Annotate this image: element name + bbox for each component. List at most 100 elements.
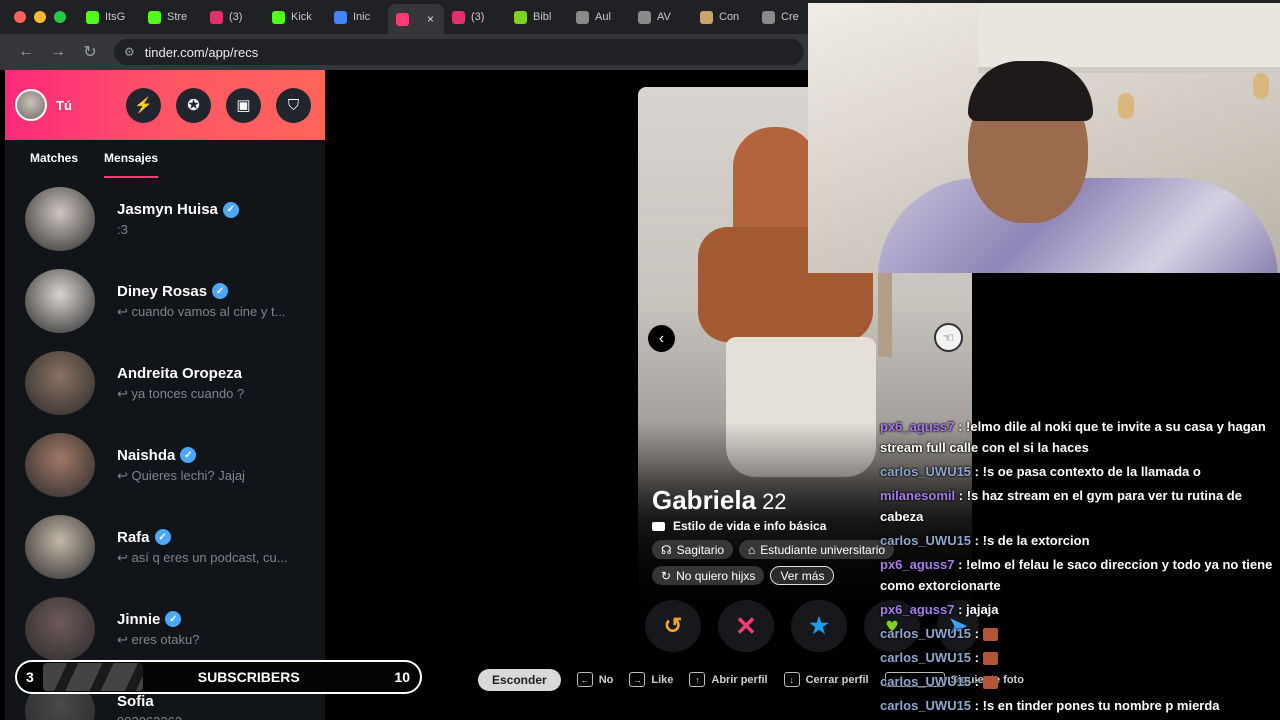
- maximize-window-button[interactable]: [54, 11, 66, 23]
- chat-username[interactable]: milanesomil: [880, 488, 955, 503]
- list-item[interactable]: Rafa ✓ ↩ así q eres un podcast, cu...: [5, 506, 325, 588]
- boost-icon[interactable]: ⚡: [126, 87, 161, 123]
- site-settings-icon[interactable]: ⚙: [124, 45, 135, 59]
- tab-title: ItsG: [105, 11, 126, 23]
- match-name-row: Rafa ✓: [117, 529, 317, 546]
- chat-username[interactable]: px6_aguss7: [880, 557, 954, 572]
- browser-tab[interactable]: Stre: [140, 3, 202, 31]
- browser-tab[interactable]: (3): [444, 3, 506, 31]
- hint-label: No: [598, 673, 614, 686]
- key-icon: ←: [576, 672, 593, 687]
- browser-tab[interactable]: Aul: [568, 3, 630, 31]
- previous-photo-button[interactable]: ‹: [648, 325, 675, 352]
- close-window-button[interactable]: [14, 11, 26, 23]
- chat-username[interactable]: carlos_UWU15: [880, 626, 971, 641]
- message-text: Rafa ✓ ↩ así q eres un podcast, cu...: [117, 529, 317, 566]
- browser-tab[interactable]: Inic: [326, 3, 388, 31]
- list-item[interactable]: Naishda ✓ ↩ Quieres lechi? Jajaj: [5, 424, 325, 506]
- window-controls: [0, 11, 78, 23]
- message-preview: ↩ Quieres lechi? Jajaj: [117, 467, 245, 483]
- browser-tab[interactable]: ×: [388, 4, 444, 34]
- browser-tab[interactable]: Bibl: [506, 3, 568, 31]
- browser-tab[interactable]: Kick: [264, 3, 326, 31]
- forward-button[interactable]: →: [42, 43, 74, 61]
- chat-username[interactable]: carlos_UWU15: [880, 698, 971, 713]
- chat-username[interactable]: px6_aguss7: [880, 419, 954, 434]
- lifestyle-heading: Estilo de vida e info básica: [652, 519, 826, 533]
- list-item[interactable]: Diney Rosas ✓ ↩ cuando vamos al cine y t…: [5, 260, 325, 342]
- list-item[interactable]: Jasmyn Huisa ✓ :3: [5, 178, 325, 260]
- nope-button[interactable]: ✕: [718, 600, 774, 652]
- hide-hints-button[interactable]: Esconder: [478, 668, 561, 691]
- chat-username[interactable]: px6_aguss7: [880, 602, 954, 617]
- verified-icon: ✓: [180, 447, 197, 463]
- tab-title: AV: [657, 11, 671, 23]
- tab-favicon-icon: [700, 10, 713, 24]
- match-name: Rafa: [117, 528, 150, 546]
- avatar: [25, 515, 95, 579]
- header-actions: ⚡ ✪ ▣ ⛉: [126, 87, 311, 123]
- key-icon: ↓: [783, 672, 800, 687]
- browser-tab[interactable]: Con: [692, 3, 754, 31]
- sidebar-tabs: Matches Mensajes: [5, 140, 325, 178]
- tab-favicon-icon: [210, 10, 223, 24]
- tab-favicon-icon: [396, 12, 409, 26]
- chat-username[interactable]: carlos_UWU15: [880, 674, 971, 689]
- match-name: Diney Rosas: [117, 282, 208, 300]
- tab-favicon-icon: [762, 10, 775, 24]
- tab-title: Stre: [167, 11, 188, 23]
- tab-favicon-icon: [86, 10, 99, 24]
- match-name: Naishda: [117, 446, 176, 464]
- see-more-button[interactable]: Ver más: [770, 566, 835, 585]
- avatar: [25, 351, 95, 415]
- reload-button[interactable]: ↻: [74, 42, 106, 62]
- message-text: Jinnie ✓ ↩ eres otaku?: [117, 611, 317, 648]
- tab-mensajes[interactable]: Mensajes: [104, 151, 159, 178]
- avatar: [25, 187, 95, 251]
- browser-tab[interactable]: AV: [630, 3, 692, 31]
- super-like-button[interactable]: ★: [791, 600, 847, 652]
- tinder-sidebar: Tú ⚡ ✪ ▣ ⛉ Matches Mensajes Jasmyn Huisa…: [5, 70, 325, 720]
- browser-tab[interactable]: Cre: [754, 3, 816, 31]
- profile-chip: ↻ No quiero hijxs: [652, 566, 765, 585]
- tab-favicon-icon: [272, 10, 285, 24]
- chat-username[interactable]: carlos_UWU15: [880, 533, 971, 548]
- my-profile-label[interactable]: Tú: [56, 98, 116, 113]
- back-button[interactable]: ←: [10, 43, 42, 61]
- chat-username[interactable]: carlos_UWU15: [880, 650, 971, 665]
- keyboard-hint: ← No: [576, 672, 614, 687]
- tab-title: Inic: [353, 11, 371, 23]
- tab-favicon-icon: [638, 10, 651, 24]
- list-item[interactable]: Jinnie ✓ ↩ eres otaku?: [5, 588, 325, 670]
- chat-username[interactable]: carlos_UWU15: [880, 464, 971, 479]
- chat-text: :: [974, 674, 980, 689]
- minimize-window-button[interactable]: [34, 11, 46, 23]
- message-preview: 902063262: [117, 714, 317, 720]
- list-item[interactable]: Andreita Oropeza ↩ ya tonces cuando ?: [5, 342, 325, 424]
- match-name: Jasmyn Huisa: [117, 201, 218, 218]
- cam-lamp: [1118, 93, 1134, 119]
- close-tab-icon[interactable]: ×: [427, 12, 434, 26]
- explore-icon[interactable]: ✪: [176, 87, 211, 123]
- message-preview: ↩ así q eres un podcast, cu...: [117, 549, 288, 565]
- url-input[interactable]: ⚙ tinder.com/app/recs: [114, 39, 804, 65]
- rewind-button[interactable]: ↺: [645, 600, 701, 652]
- tab-title: Kick: [291, 11, 312, 23]
- shield-icon[interactable]: ⛉: [276, 87, 311, 123]
- match-name: Sofia: [117, 693, 154, 710]
- chat-emote-icon: [982, 652, 998, 666]
- browser-tab[interactable]: (3): [202, 3, 264, 31]
- verified-icon: ✓: [212, 283, 229, 299]
- next-photo-hand-icon[interactable]: ☜: [934, 323, 963, 352]
- tab-matches[interactable]: Matches: [30, 151, 78, 178]
- chat-emote-icon: [982, 676, 998, 690]
- briefcase-icon[interactable]: ▣: [226, 87, 261, 123]
- chat-text: : !s en tinder pones tu nombre p mierda: [974, 698, 1220, 713]
- verified-icon: ✓: [165, 611, 182, 627]
- my-avatar[interactable]: [15, 89, 47, 121]
- hint-label: Like: [651, 673, 674, 686]
- browser-tab[interactable]: ItsG: [78, 3, 140, 31]
- keyboard-hint: ↑ Abrir perfil: [689, 672, 768, 687]
- browser-tabs: ItsG Stre (3) Kick Inic × (3) Bibl Aul AV Con Cre: [78, 0, 816, 34]
- tab-title: (3): [471, 11, 485, 23]
